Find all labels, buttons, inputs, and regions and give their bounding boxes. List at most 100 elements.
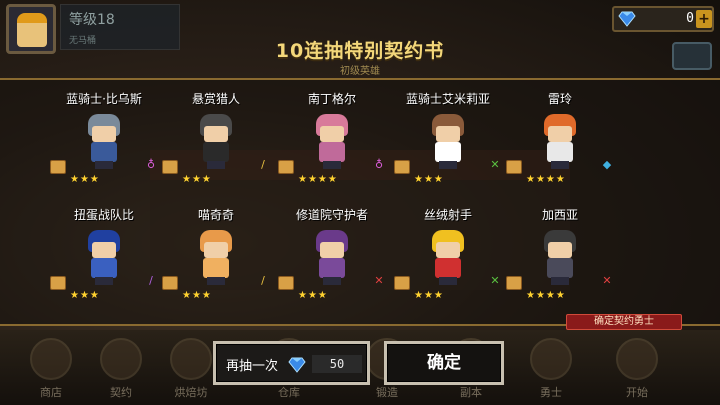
scroll-icon bbox=[162, 276, 178, 290]
hero-name: 喵奇奇 bbox=[197, 208, 234, 222]
hero-sprite bbox=[538, 114, 582, 170]
hero-card[interactable]: 丝绒射手 ★★★ ✕ bbox=[388, 204, 508, 322]
hero-body bbox=[91, 258, 117, 278]
hero-body bbox=[203, 258, 229, 278]
weapon-class-icon: ◆ bbox=[602, 158, 612, 171]
hero-stars: ★★★★ bbox=[526, 290, 566, 301]
hero-card[interactable]: 喵奇奇 ★★★ / bbox=[156, 204, 276, 322]
hero-stars: ★★★★ bbox=[298, 174, 338, 185]
hero-sprite bbox=[194, 230, 238, 286]
hero-name: 扭蛋战队比 bbox=[73, 208, 134, 222]
confirm-button[interactable]: 确定 bbox=[384, 341, 504, 385]
hero-sprite bbox=[194, 114, 238, 170]
nav-label: 烘焙坊 bbox=[174, 386, 208, 399]
nav-label: 商店 bbox=[40, 386, 62, 399]
hero-card[interactable]: 扭蛋战队比 ★★★ / bbox=[44, 204, 164, 322]
nav-label: 副本 bbox=[460, 386, 482, 399]
confirm-contract-tag: 确定契约勇士 bbox=[566, 314, 682, 330]
player-level: 等级18 bbox=[69, 12, 115, 28]
nav-item[interactable]: 开始 bbox=[606, 334, 668, 402]
draw-again-label: 再抽一次 bbox=[226, 359, 279, 374]
weapon-class-icon: ♁ bbox=[374, 158, 384, 171]
hero-face bbox=[320, 126, 344, 142]
nav-label: 勇士 bbox=[540, 386, 562, 399]
page-subtitle: 初级英雄 bbox=[340, 66, 380, 77]
hero-face bbox=[548, 242, 572, 258]
nav-item[interactable]: 契约 bbox=[90, 334, 152, 402]
nav-label: 契约 bbox=[110, 386, 132, 399]
hero-card[interactable]: 修道院守护者 ★★★ ✕ bbox=[272, 204, 392, 322]
hero-legs bbox=[439, 161, 457, 169]
hero-stars: ★★★ bbox=[298, 290, 328, 301]
hero-name: 修道院守护者 bbox=[295, 208, 368, 222]
hero-sprite bbox=[426, 230, 470, 286]
hero-face bbox=[92, 242, 116, 258]
hero-legs bbox=[323, 161, 341, 169]
hero-body bbox=[547, 258, 573, 278]
hero-stars: ★★★ bbox=[70, 174, 100, 185]
nav-label: 开始 bbox=[626, 386, 648, 399]
hero-face bbox=[204, 126, 228, 142]
scroll-icon bbox=[278, 276, 294, 290]
hero-legs bbox=[439, 277, 457, 285]
hero-sprite bbox=[82, 114, 126, 170]
hero-name: 蓝骑士·比乌斯 bbox=[66, 92, 142, 106]
scroll-icon bbox=[50, 276, 66, 290]
gem-count: 0 bbox=[686, 11, 694, 26]
hero-legs bbox=[95, 161, 113, 169]
hero-body bbox=[319, 258, 345, 278]
hero-stars: ★★★ bbox=[414, 174, 444, 185]
gem-icon bbox=[288, 357, 306, 373]
hero-legs bbox=[551, 277, 569, 285]
hero-name: 丝绒射手 bbox=[423, 208, 472, 222]
hero-name: 雷玲 bbox=[547, 92, 572, 106]
hero-card[interactable]: 加西亚 ★★★★ ✕ bbox=[500, 204, 620, 322]
hero-sprite bbox=[310, 114, 354, 170]
hero-stars: ★★★ bbox=[182, 174, 212, 185]
hero-body bbox=[547, 142, 573, 162]
hero-face bbox=[320, 242, 344, 258]
hero-sprite bbox=[310, 230, 354, 286]
hero-name: 南丁格尔 bbox=[307, 92, 356, 106]
hero-legs bbox=[207, 161, 225, 169]
hero-face bbox=[204, 242, 228, 258]
hero-card[interactable]: 南丁格尔 ★★★★ ♁ bbox=[272, 88, 392, 206]
scroll-icon bbox=[278, 160, 294, 174]
hero-body bbox=[435, 142, 461, 162]
scroll-icon bbox=[506, 160, 522, 174]
hero-face bbox=[436, 242, 460, 258]
nav-item[interactable]: 勇士 bbox=[520, 334, 582, 402]
weapon-class-icon: / bbox=[261, 158, 265, 171]
weapon-class-icon: / bbox=[261, 274, 265, 287]
nav-icon bbox=[170, 338, 212, 380]
weapon-class-icon: ✕ bbox=[602, 274, 612, 287]
nav-label: 锻造 bbox=[376, 386, 398, 399]
hero-card[interactable]: 悬赏猎人 ★★★ / bbox=[156, 88, 276, 206]
draw-again-cost: 50 bbox=[312, 355, 362, 373]
hero-legs bbox=[551, 161, 569, 169]
hero-face bbox=[548, 126, 572, 142]
hero-name: 悬赏猎人 bbox=[191, 92, 240, 106]
draw-again-button[interactable]: 再抽一次 50 bbox=[213, 341, 370, 385]
hero-sprite bbox=[82, 230, 126, 286]
hero-body bbox=[319, 142, 345, 162]
hero-card[interactable]: 蓝骑士·比乌斯 ★★★ ♁ bbox=[44, 88, 164, 206]
hero-legs bbox=[323, 277, 341, 285]
hero-body bbox=[203, 142, 229, 162]
hero-sprite bbox=[538, 230, 582, 286]
hero-stars: ★★★ bbox=[182, 290, 212, 301]
hero-card[interactable]: 雷玲 ★★★★ ◆ bbox=[500, 88, 620, 206]
add-gems-button[interactable]: + bbox=[696, 10, 712, 28]
hero-name: 加西亚 bbox=[541, 208, 578, 222]
hero-stars: ★★★★ bbox=[526, 174, 566, 185]
nav-label: 仓库 bbox=[278, 386, 300, 399]
nav-icon bbox=[616, 338, 658, 380]
hero-legs bbox=[95, 277, 113, 285]
nav-icon bbox=[100, 338, 142, 380]
hero-body bbox=[435, 258, 461, 278]
scroll-icon bbox=[394, 160, 410, 174]
nav-item[interactable]: 商店 bbox=[20, 334, 82, 402]
hero-card[interactable]: 蓝骑士艾米莉亚 ★★★ ✕ bbox=[388, 88, 508, 206]
hero-stars: ★★★ bbox=[70, 290, 100, 301]
nav-icon bbox=[30, 338, 72, 380]
